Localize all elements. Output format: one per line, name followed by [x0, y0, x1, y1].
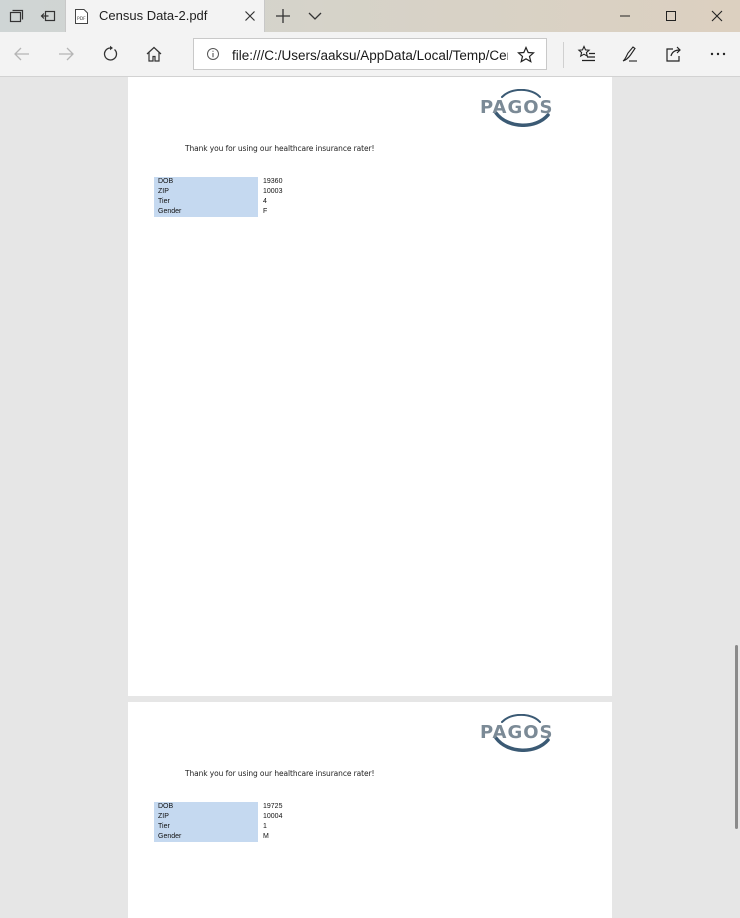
table-row: Tier 4 — [154, 197, 323, 207]
home-icon — [146, 46, 162, 62]
address-bar[interactable] — [193, 38, 547, 70]
thank-you-text: Thank you for using our healthcare insur… — [185, 144, 375, 153]
close-icon — [711, 10, 723, 22]
table-value: M — [263, 833, 269, 840]
forward-button[interactable] — [54, 42, 78, 66]
table-key: Tier — [154, 822, 258, 832]
table-row: ZIP 10004 — [154, 812, 323, 822]
star-icon[interactable] — [516, 45, 536, 65]
share-button[interactable] — [662, 42, 686, 66]
set-aside-tabs-icon[interactable] — [36, 4, 60, 28]
home-button[interactable] — [142, 42, 166, 66]
toolbar-divider — [563, 42, 564, 68]
table-value: 19725 — [263, 803, 283, 810]
scroll-thumb[interactable] — [735, 645, 738, 829]
pdf-page-2: PAGOS Thank you for using our healthcare… — [128, 702, 612, 918]
navigation-toolbar — [0, 32, 740, 77]
chevron-down-icon[interactable] — [305, 6, 325, 26]
arrow-right-icon — [59, 47, 74, 61]
thank-you-text: Thank you for using our healthcare insur… — [185, 769, 375, 778]
maximize-icon — [666, 11, 676, 21]
notes-button[interactable] — [618, 42, 642, 66]
share-icon — [666, 46, 681, 62]
table-value: 4 — [263, 198, 267, 205]
table-key: ZIP — [154, 812, 258, 822]
favorites-button[interactable] — [575, 42, 599, 66]
table-row: ZIP 10003 — [154, 187, 323, 197]
table-row: DOB 19360 — [154, 177, 323, 187]
close-tab-icon[interactable] — [242, 8, 258, 24]
table-row: Gender M — [154, 832, 323, 842]
refresh-button[interactable] — [98, 42, 122, 66]
pagos-logo: PAGOS — [480, 89, 554, 127]
table-row: Tier 1 — [154, 822, 323, 832]
close-window-button[interactable] — [694, 0, 740, 32]
table-key: ZIP — [154, 187, 258, 197]
tab-actions-icon[interactable] — [4, 4, 28, 28]
pdf-viewer[interactable]: PAGOS Thank you for using our healthcare… — [0, 77, 740, 918]
tab-census-data[interactable]: PDF Census Data-2.pdf — [65, 0, 265, 32]
refresh-icon — [103, 45, 118, 61]
table-value: F — [263, 208, 268, 215]
table-value: 19360 — [263, 178, 283, 185]
favorites-list-icon — [577, 45, 595, 62]
plus-icon[interactable] — [273, 6, 293, 26]
table-value: 10003 — [263, 188, 283, 195]
minimize-button[interactable] — [602, 0, 648, 32]
info-icon[interactable] — [206, 47, 220, 61]
table-value: 1 — [263, 823, 267, 830]
table-key: DOB — [154, 177, 258, 187]
table-key: DOB — [154, 802, 258, 812]
svg-text:PAGOS: PAGOS — [480, 722, 554, 743]
tab-title: Census Data-2.pdf — [99, 8, 208, 23]
address-input[interactable] — [232, 46, 508, 64]
table-value: 10004 — [263, 813, 283, 820]
maximize-button[interactable] — [648, 0, 694, 32]
pdf-file-icon: PDF — [75, 9, 88, 24]
table-key: Gender — [154, 832, 258, 842]
tab-strip: PDF Census Data-2.pdf — [0, 0, 740, 32]
svg-text:PAGOS: PAGOS — [480, 97, 554, 118]
pdf-page-1: PAGOS Thank you for using our healthcare… — [128, 77, 612, 696]
census-table: DOB 19725 ZIP 10004 Tier 1 Gender M — [154, 802, 323, 842]
more-icon — [710, 52, 726, 56]
svg-text:PDF: PDF — [77, 16, 86, 22]
pagos-logo: PAGOS — [480, 714, 554, 752]
table-row: Gender F — [154, 207, 323, 217]
table-key: Tier — [154, 197, 258, 207]
pen-icon — [622, 46, 637, 62]
minimize-icon — [620, 15, 630, 17]
more-button[interactable] — [706, 42, 730, 66]
back-button[interactable] — [10, 42, 34, 66]
vertical-scrollbar[interactable] — [733, 77, 740, 918]
table-row: DOB 19725 — [154, 802, 323, 812]
table-key: Gender — [154, 207, 258, 217]
arrow-left-icon — [14, 47, 29, 61]
census-table: DOB 19360 ZIP 10003 Tier 4 Gender F — [154, 177, 323, 217]
